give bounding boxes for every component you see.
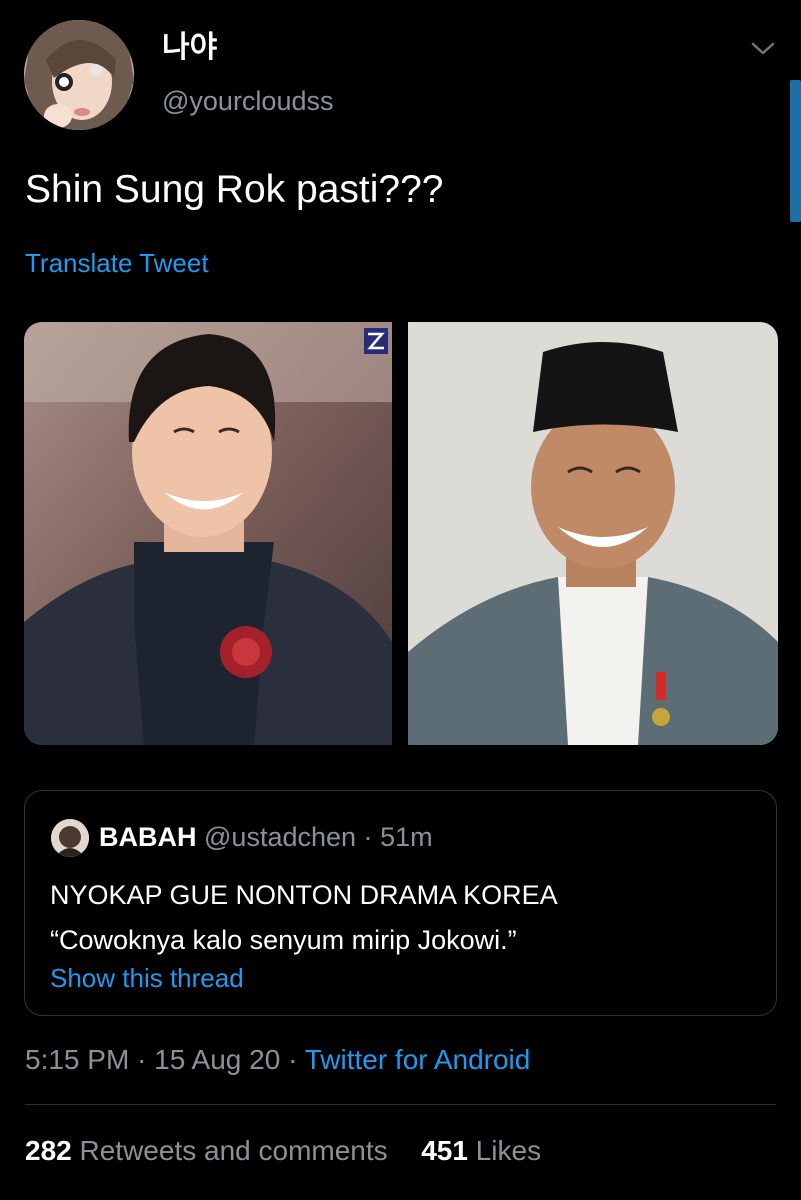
timestamp-separator-1: · bbox=[137, 1044, 147, 1075]
translate-tweet-link[interactable]: Translate Tweet bbox=[25, 246, 209, 280]
quoted-line-2: “Cowoknya kalo senyum mirip Jokowi.” bbox=[50, 925, 517, 955]
quoted-tweet-card[interactable]: BABAH @ustadchen · 51m NYOKAP GUE NONTON… bbox=[24, 790, 777, 1016]
tweet-timestamp-row: 5:15 PM · 15 Aug 20 · Twitter for Androi… bbox=[25, 1042, 530, 1078]
quoted-tweet-text: NYOKAP GUE NONTON DRAMA KOREA “Cowoknya … bbox=[50, 873, 558, 963]
likes-count: 451 bbox=[421, 1135, 468, 1166]
tweet-stats-row: 282 Retweets and comments 451 Likes bbox=[25, 1132, 541, 1170]
scrollbar-thumb[interactable] bbox=[790, 80, 801, 222]
media-photo-right[interactable] bbox=[408, 322, 778, 745]
likes-label: Likes bbox=[475, 1135, 542, 1166]
quoted-author-name[interactable]: BABAH bbox=[99, 822, 197, 852]
tweet-text: Shin Sung Rok pasti??? bbox=[25, 168, 444, 211]
author-avatar[interactable] bbox=[24, 20, 134, 130]
divider bbox=[25, 1104, 776, 1105]
quoted-author-avatar[interactable] bbox=[51, 819, 89, 857]
chevron-down-icon[interactable] bbox=[748, 36, 778, 60]
quoted-tweet-header: BABAH @ustadchen · 51m bbox=[99, 819, 433, 855]
retweets-stat[interactable]: 282 Retweets and comments bbox=[25, 1135, 395, 1166]
quoted-separator: · bbox=[363, 822, 373, 852]
quoted-author-handle[interactable]: @ustadchen bbox=[204, 822, 356, 852]
tweet-media bbox=[24, 322, 778, 745]
author-display-name[interactable]: 나야 bbox=[162, 30, 217, 66]
timestamp-separator-2: · bbox=[288, 1044, 298, 1075]
author-handle[interactable]: @yourcloudss bbox=[162, 84, 333, 118]
likes-stat[interactable]: 451 Likes bbox=[421, 1135, 541, 1166]
show-thread-link[interactable]: Show this thread bbox=[50, 961, 244, 995]
tweet-time: 5:15 PM bbox=[25, 1044, 130, 1075]
retweets-count: 282 bbox=[25, 1135, 72, 1166]
retweets-label: Retweets and comments bbox=[79, 1135, 388, 1166]
media-photo-left[interactable] bbox=[24, 322, 392, 745]
tweet-date: 15 Aug 20 bbox=[154, 1044, 281, 1075]
quoted-time: 51m bbox=[380, 822, 433, 852]
quoted-line-1: NYOKAP GUE NONTON DRAMA KOREA bbox=[50, 880, 558, 910]
tweet-source-link[interactable]: Twitter for Android bbox=[305, 1044, 531, 1075]
